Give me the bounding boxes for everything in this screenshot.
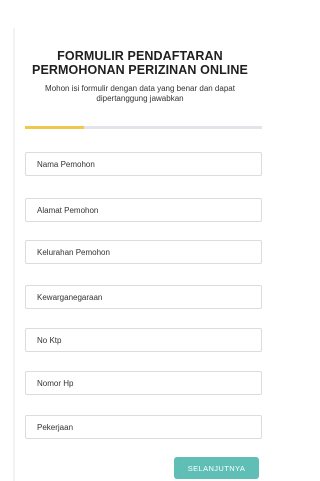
form-subtitle: Mohon isi formulir dengan data yang bena… [21,84,259,104]
next-button[interactable]: SELANJUTNYA [174,457,259,479]
kewarganegaraan-input[interactable] [25,285,262,309]
pekerjaan-input[interactable] [25,415,262,439]
form-title: FORMULIR PENDAFTARAN PERMOHONAN PERIZINA… [15,49,265,77]
alamat-pemohon-input[interactable] [25,198,262,222]
no-ktp-input[interactable] [25,328,262,352]
form-progress-fill [25,126,85,129]
form-subtitle-line-1: Mohon isi formulir dengan data yang bena… [45,84,235,93]
nomor-hp-input[interactable] [25,371,262,395]
form-title-line-1: FORMULIR PENDAFTARAN [57,49,223,63]
nama-pemohon-input[interactable] [25,152,262,176]
kelurahan-pemohon-input[interactable] [25,240,262,264]
registration-form-card: FORMULIR PENDAFTARAN PERMOHONAN PERIZINA… [15,30,265,481]
form-title-line-2: PERMOHONAN PERIZINAN ONLINE [32,63,248,77]
form-progress-bar [25,126,262,129]
form-subtitle-line-2: dipertanggung jawabkan [96,94,184,103]
